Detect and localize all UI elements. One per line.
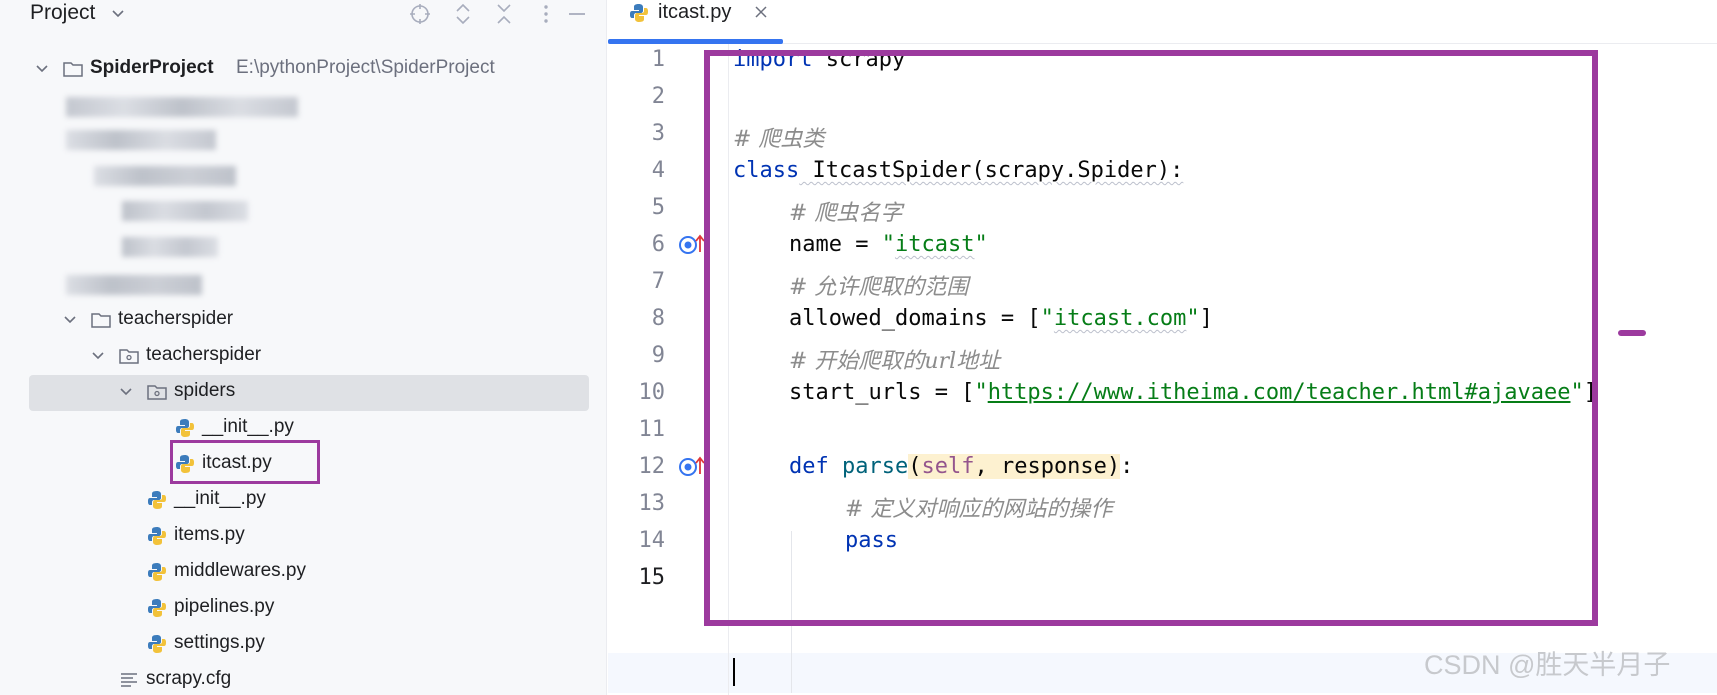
python-file-icon xyxy=(148,491,166,509)
tree-row-teacherspider-package[interactable]: teacherspider xyxy=(0,339,607,373)
tree-item-label: teacherspider xyxy=(146,344,262,365)
tree-row-items[interactable]: items.py xyxy=(0,519,607,553)
options-menu-icon[interactable] xyxy=(534,2,558,26)
line-number: 7 xyxy=(651,269,665,294)
python-file-icon xyxy=(148,527,166,545)
hide-panel-icon[interactable] xyxy=(565,2,589,26)
annotation-highlight-box xyxy=(170,440,320,484)
code-editor[interactable]: 1 2 3 4 5 6 7 8 9 10 11 12 13 14 15 impo… xyxy=(608,44,1717,695)
project-tool-window: Project SpiderProject E:\pythonProject\S… xyxy=(0,0,607,695)
blurred-tree-row xyxy=(122,237,218,257)
line-number: 10 xyxy=(638,380,666,405)
chevron-down-icon[interactable] xyxy=(90,348,106,364)
chevron-down-icon[interactable] xyxy=(118,384,134,400)
tree-item-label: items.py xyxy=(174,524,245,545)
annotation-edge-mark xyxy=(1618,330,1646,336)
tree-row-init[interactable]: __init__.py xyxy=(0,483,607,517)
line-number: 4 xyxy=(651,158,665,183)
expand-all-icon[interactable] xyxy=(451,2,475,26)
select-opened-file-icon[interactable] xyxy=(408,2,432,26)
tab-label: itcast.py xyxy=(658,1,732,23)
line-number: 8 xyxy=(651,306,665,331)
tree-item-label: settings.py xyxy=(174,632,265,653)
tree-item-label: spiders xyxy=(174,380,236,401)
tree-item-label: teacherspider xyxy=(118,308,234,329)
chevron-down-icon[interactable] xyxy=(110,3,126,23)
text-file-icon xyxy=(121,673,137,687)
line-number: 11 xyxy=(638,417,666,442)
tree-row-teacherspider[interactable]: teacherspider xyxy=(0,303,607,337)
line-number: 15 xyxy=(638,565,666,590)
project-path: E:\pythonProject\SpiderProject xyxy=(236,57,495,78)
package-folder-icon xyxy=(119,349,139,364)
folder-icon xyxy=(63,62,83,77)
blurred-tree-row xyxy=(94,166,236,186)
python-file-icon xyxy=(176,419,194,437)
chevron-down-icon[interactable] xyxy=(62,312,78,328)
tab-itcast-py[interactable]: itcast.py xyxy=(608,0,783,44)
tree-row-root[interactable]: SpiderProject E:\pythonProject\SpiderPro… xyxy=(0,52,607,86)
tree-row-pipelines[interactable]: pipelines.py xyxy=(0,591,607,625)
line-number: 9 xyxy=(651,343,665,368)
collapse-all-icon[interactable] xyxy=(492,2,516,26)
tree-item-label: scrapy.cfg xyxy=(146,668,232,689)
tree-item-label: __init__.py xyxy=(174,488,266,509)
tree-row-middlewares[interactable]: middlewares.py xyxy=(0,555,607,589)
line-number: 6 xyxy=(651,232,665,257)
tree-item-label: __init__.py xyxy=(202,416,294,437)
text-caret xyxy=(733,658,735,686)
close-icon[interactable] xyxy=(753,4,769,20)
line-number: 13 xyxy=(638,491,666,516)
line-number: 2 xyxy=(651,84,665,109)
line-number: 5 xyxy=(651,195,665,220)
blurred-tree-row xyxy=(66,130,216,150)
annotation-highlight-box xyxy=(704,50,1598,626)
blurred-tree-row xyxy=(66,275,202,295)
line-number: 3 xyxy=(651,121,665,146)
python-file-icon xyxy=(148,599,166,617)
blurred-tree-row xyxy=(122,201,248,221)
tree-item-label: pipelines.py xyxy=(174,596,275,617)
python-file-icon xyxy=(148,563,166,581)
watermark: CSDN @胜天半月子 xyxy=(1424,650,1671,680)
package-folder-icon xyxy=(147,385,167,400)
chevron-down-icon[interactable] xyxy=(34,61,50,77)
line-number: 1 xyxy=(651,47,665,72)
tree-row-settings[interactable]: settings.py xyxy=(0,627,607,661)
project-view-selector[interactable]: Project xyxy=(30,1,95,25)
python-file-icon xyxy=(630,4,648,22)
tree-item-label: middlewares.py xyxy=(174,560,306,581)
blurred-tree-row xyxy=(66,97,298,117)
line-number: 12 xyxy=(638,454,666,479)
project-name: SpiderProject xyxy=(90,57,214,78)
python-file-icon xyxy=(148,635,166,653)
project-panel-header: Project xyxy=(0,0,607,30)
tree-row-spiders[interactable]: spiders xyxy=(0,375,607,409)
line-number: 14 xyxy=(638,528,666,553)
editor-tab-bar: itcast.py xyxy=(608,0,1717,44)
tree-row-scrapy-cfg[interactable]: scrapy.cfg xyxy=(0,663,607,695)
folder-icon xyxy=(91,313,111,328)
